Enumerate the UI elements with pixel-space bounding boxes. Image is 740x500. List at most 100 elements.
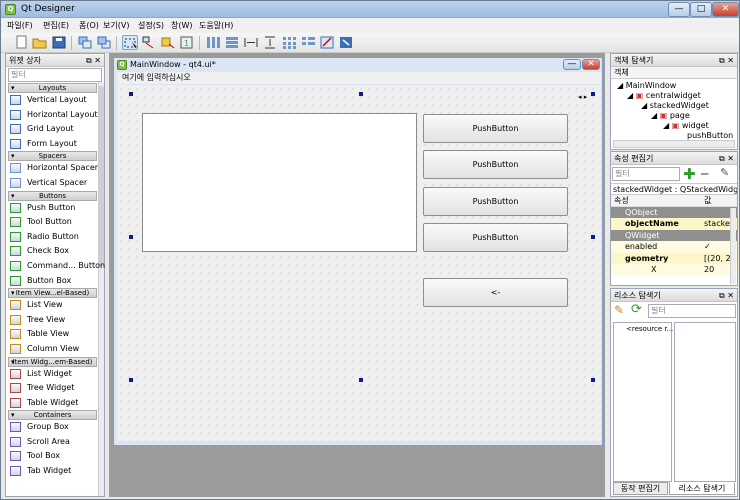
- resource-file-list[interactable]: [674, 322, 736, 482]
- widget-item[interactable]: Horizontal Layout: [6, 108, 99, 123]
- selection-handle[interactable]: [591, 92, 595, 96]
- widget-item[interactable]: Command... Button: [6, 259, 105, 274]
- menu-help[interactable]: 도움말(H): [199, 20, 233, 31]
- bring-to-front-icon[interactable]: [96, 35, 112, 50]
- save-icon[interactable]: [51, 35, 67, 50]
- widget-item[interactable]: Scroll Area: [6, 435, 99, 450]
- selection-handle[interactable]: [129, 235, 133, 239]
- tab-resource-browser[interactable]: 리소스 탐색기: [669, 482, 735, 495]
- open-folder-icon[interactable]: [32, 35, 48, 50]
- send-to-back-icon[interactable]: [77, 35, 93, 50]
- menu-view[interactable]: 보기(V): [103, 20, 129, 31]
- dock-float-close-icon[interactable]: ⧉ ✕: [86, 54, 101, 67]
- tree-node-centralwidget[interactable]: ◢ ▣ centralwidget: [627, 91, 701, 101]
- selection-handle[interactable]: [359, 378, 363, 382]
- tab-action-editor[interactable]: 동작 편집기: [613, 482, 668, 495]
- property-value[interactable]: [(20, 2: [704, 253, 731, 264]
- widget-item[interactable]: Table Widget: [6, 396, 99, 411]
- widget-item[interactable]: Button Box: [6, 274, 99, 289]
- dock-float-close-icon[interactable]: ⧉ ✕: [719, 289, 734, 302]
- widget-item[interactable]: Tab Widget: [6, 464, 99, 479]
- widget-item[interactable]: Check Box: [6, 244, 99, 259]
- widget-item[interactable]: List Widget: [6, 367, 99, 382]
- edit-signals-slots-icon[interactable]: [141, 35, 157, 50]
- push-button-4[interactable]: PushButton: [423, 223, 568, 252]
- reload-icon[interactable]: ⟳: [631, 302, 642, 317]
- back-button[interactable]: <-: [423, 278, 568, 307]
- close-button[interactable]: ✕: [712, 2, 739, 17]
- horizontal-splitter-icon[interactable]: [243, 35, 259, 50]
- selection-handle[interactable]: [591, 378, 595, 382]
- dock-float-close-icon[interactable]: ⧉ ✕: [719, 152, 734, 165]
- configure-icon[interactable]: ✎: [720, 166, 729, 179]
- tree-node-widget[interactable]: ◢ ▣ widget: [663, 121, 709, 131]
- property-row[interactable]: enabled ✓: [611, 241, 737, 253]
- edit-resources-icon[interactable]: ✎: [614, 303, 624, 317]
- widget-item[interactable]: Radio Button: [6, 230, 99, 245]
- menu-edit[interactable]: 편집(E): [43, 20, 69, 31]
- form-canvas[interactable]: PushButton PushButton PushButton PushBut…: [117, 85, 601, 441]
- lay-out-horizontally-icon[interactable]: [205, 35, 221, 50]
- selection-handle[interactable]: [591, 235, 595, 239]
- push-button-3[interactable]: PushButton: [423, 187, 568, 216]
- property-filter-input[interactable]: 필터: [612, 167, 680, 181]
- resource-root-item[interactable]: <resource r...: [626, 325, 673, 333]
- widget-item[interactable]: Vertical Layout: [6, 93, 99, 108]
- edit-widgets-icon[interactable]: [122, 35, 138, 50]
- property-row[interactable]: QObject: [611, 206, 737, 218]
- resource-filter-input[interactable]: 필터: [648, 304, 736, 318]
- maximize-button[interactable]: □: [690, 2, 712, 17]
- selection-handle[interactable]: [129, 378, 133, 382]
- widget-item[interactable]: Tree Widget: [6, 381, 99, 396]
- widget-item[interactable]: Grid Layout: [6, 122, 99, 137]
- widget-category-header[interactable]: Item Widg...em-Based): [8, 356, 97, 367]
- menu-window[interactable]: 창(W): [171, 20, 193, 31]
- property-row[interactable]: QWidget: [611, 229, 737, 241]
- widget-item[interactable]: Column View: [6, 342, 99, 357]
- widget-item[interactable]: Tool Box: [6, 449, 99, 464]
- property-row[interactable]: X 20: [611, 264, 737, 276]
- widget-item[interactable]: Vertical Spacer: [6, 176, 99, 191]
- lay-out-in-grid-icon[interactable]: [281, 35, 297, 50]
- form-menu-placeholder[interactable]: 여기에 입력하십시오: [117, 72, 601, 84]
- property-row[interactable]: geometry [(20, 2: [611, 252, 737, 264]
- property-row[interactable]: objectName stacked: [611, 218, 737, 230]
- widget-item[interactable]: Tree View: [6, 313, 99, 328]
- form-close-button[interactable]: ✕: [582, 59, 600, 70]
- dock-float-close-icon[interactable]: ⧉ ✕: [719, 54, 734, 67]
- menu-file[interactable]: 파일(F): [7, 20, 33, 31]
- widget-category-header[interactable]: Layouts: [8, 83, 97, 93]
- add-dynamic-property-icon[interactable]: ✚: [683, 165, 696, 183]
- resource-tree[interactable]: <resource r...: [613, 322, 673, 482]
- property-editor-scrollbar[interactable]: [730, 208, 736, 284]
- widget-item[interactable]: Horizontal Spacer: [6, 161, 99, 176]
- widget-category-header[interactable]: Item View...el-Based): [8, 288, 97, 299]
- push-button-1[interactable]: PushButton: [423, 114, 568, 143]
- widget-category-header[interactable]: Buttons: [8, 190, 97, 201]
- stacked-page-nav-arrows[interactable]: ◂ ▸: [578, 93, 587, 101]
- menu-form[interactable]: 폼(O): [79, 20, 99, 31]
- property-value[interactable]: ✓: [704, 241, 711, 252]
- tree-node-stackedwidget[interactable]: ◢ stackedWidget: [641, 101, 709, 111]
- form-minimize-button[interactable]: —: [563, 59, 581, 70]
- edit-tab-order-icon[interactable]: 1: [179, 35, 195, 50]
- object-inspector-hscrollbar[interactable]: [613, 140, 735, 148]
- stacked-widget-page[interactable]: [142, 113, 417, 252]
- widget-filter-input[interactable]: 필터: [8, 68, 102, 82]
- vertical-splitter-icon[interactable]: [262, 35, 278, 50]
- widget-category-header[interactable]: Spacers: [8, 151, 97, 162]
- tree-node-mainwindow[interactable]: ◢ MainWindow: [617, 81, 676, 91]
- break-layout-icon[interactable]: [319, 35, 335, 50]
- push-button-2[interactable]: PushButton: [423, 150, 568, 179]
- selection-handle[interactable]: [129, 92, 133, 96]
- widget-item[interactable]: Form Layout: [6, 137, 99, 152]
- widget-item[interactable]: Table View: [6, 327, 99, 342]
- property-value[interactable]: 20: [704, 264, 714, 275]
- new-file-icon[interactable]: [13, 35, 29, 50]
- selection-handle[interactable]: [359, 92, 363, 96]
- widget-item[interactable]: Group Box: [6, 420, 99, 435]
- adjust-size-icon[interactable]: [338, 35, 354, 50]
- remove-property-icon[interactable]: ━: [701, 167, 708, 181]
- widget-category-header[interactable]: Containers: [8, 410, 97, 421]
- widget-item[interactable]: Push Button: [6, 201, 99, 216]
